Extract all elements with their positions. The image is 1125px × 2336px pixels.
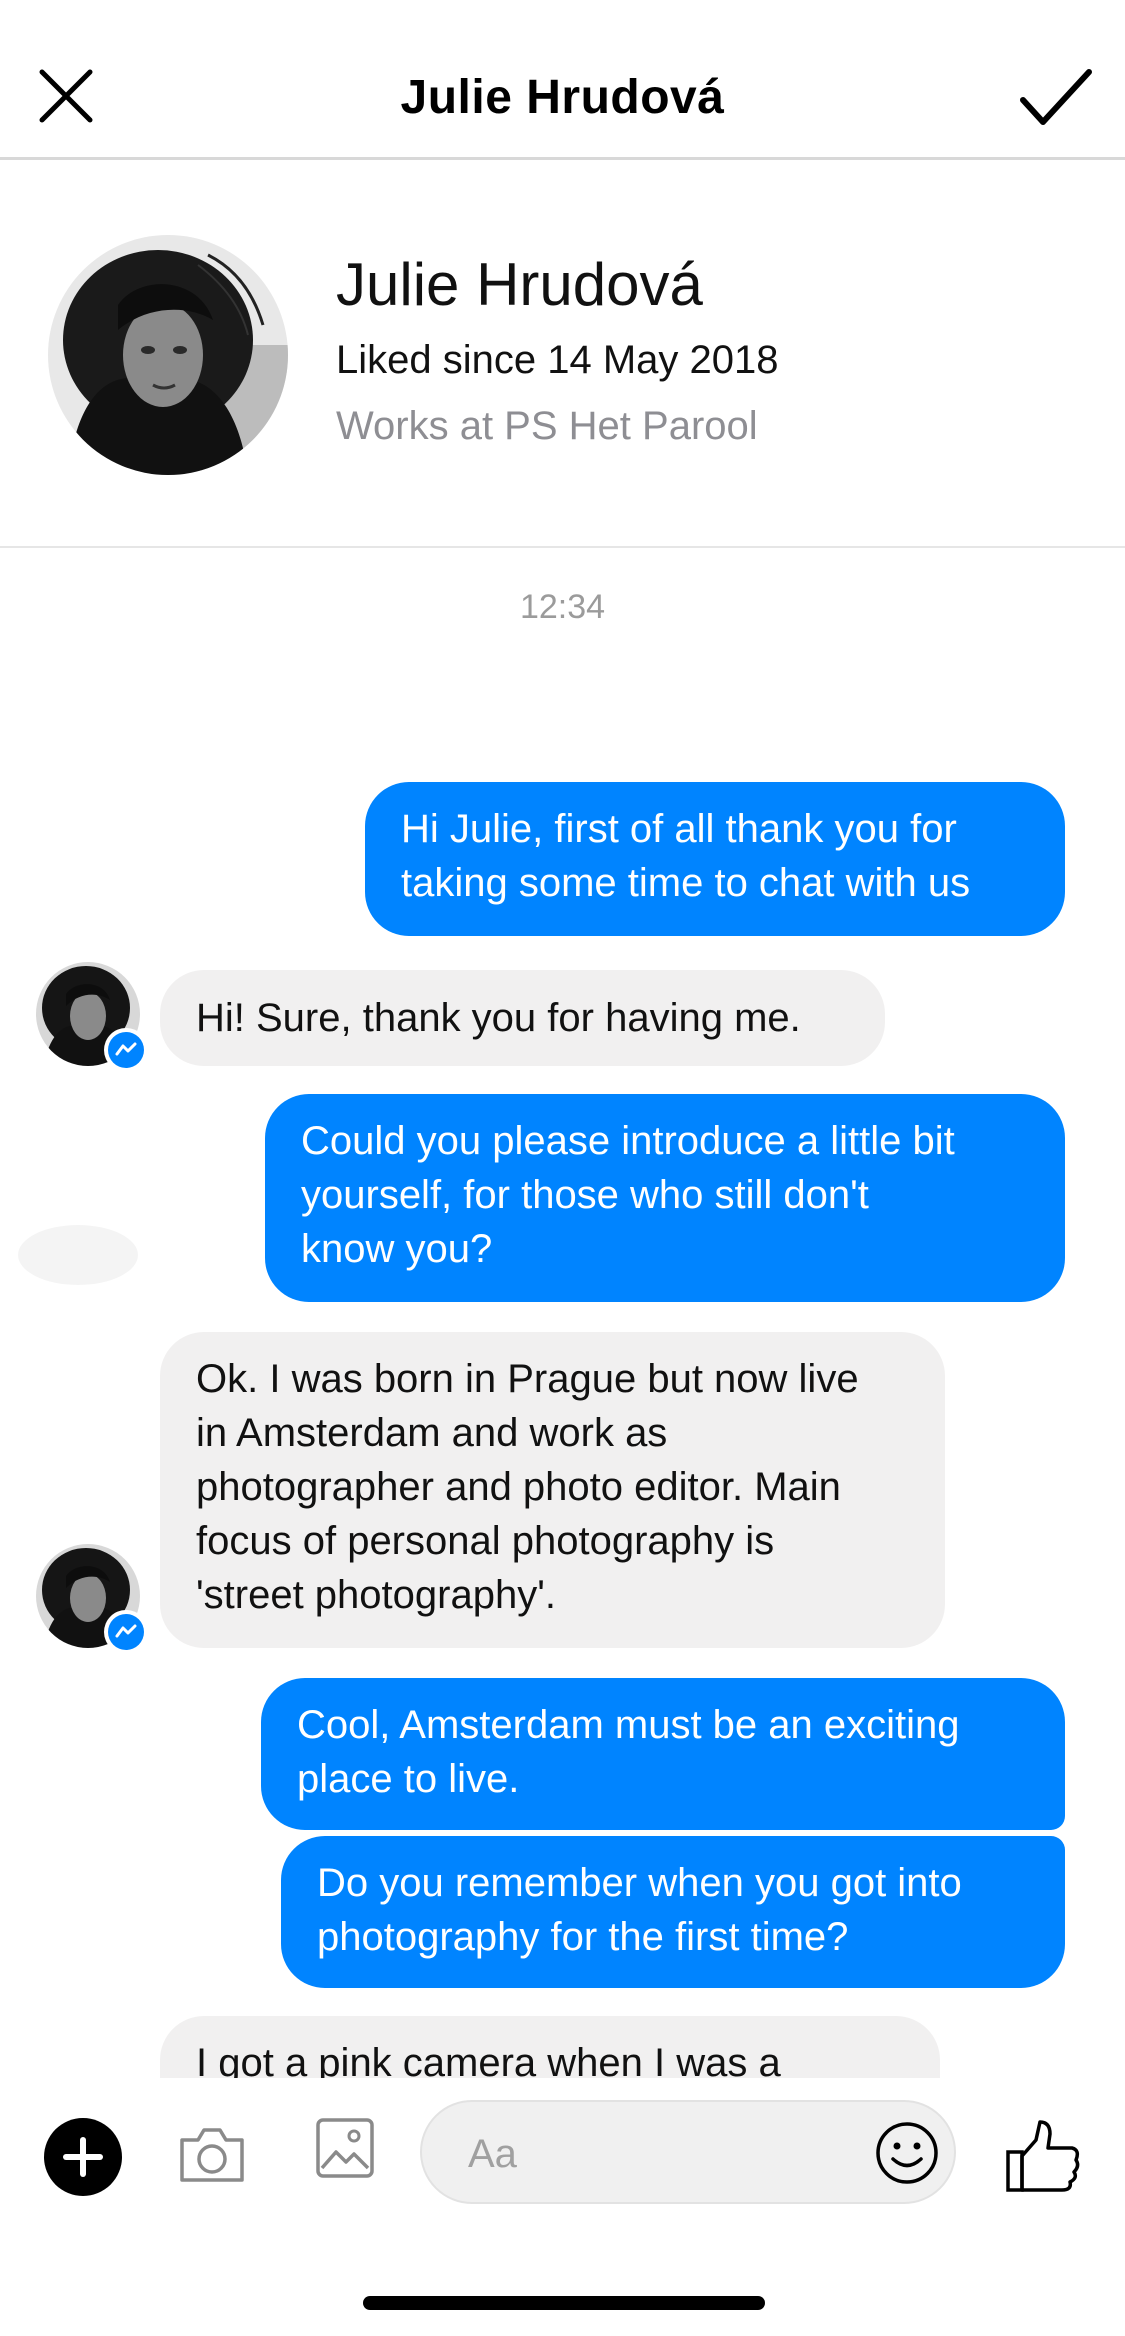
- image-icon: [316, 2118, 374, 2178]
- profile-card: Julie Hrudová Liked since 14 May 2018 Wo…: [0, 160, 1125, 548]
- composer-bar: Aa: [0, 2078, 1125, 2238]
- home-indicator[interactable]: [363, 2296, 765, 2310]
- incoming-message[interactable]: Hi! Sure, thank you for having me.: [160, 970, 885, 1066]
- message-input-placeholder: Aa: [468, 2132, 517, 2176]
- header-bar: Julie Hrudová: [0, 0, 1125, 160]
- add-button[interactable]: [44, 2118, 122, 2196]
- message-list[interactable]: Hi Julie, first of all thank you for tak…: [0, 560, 1125, 2078]
- outgoing-message[interactable]: Could you please introduce a little bit …: [265, 1094, 1065, 1302]
- sender-avatar[interactable]: [36, 1544, 148, 1654]
- incoming-message[interactable]: I got a pink camera when I was a: [160, 2016, 940, 2078]
- messenger-icon: [104, 1610, 148, 1654]
- outgoing-message[interactable]: Hi Julie, first of all thank you for tak…: [365, 782, 1065, 936]
- messenger-icon: [104, 1028, 148, 1072]
- smiley-icon: [876, 2122, 938, 2184]
- incoming-message[interactable]: Ok. I was born in Prague but now live in…: [160, 1332, 945, 1648]
- gallery-button[interactable]: [314, 2114, 376, 2182]
- works-at-text: Works at PS Het Parool: [336, 404, 758, 448]
- profile-avatar[interactable]: [48, 235, 288, 475]
- emoji-button[interactable]: [874, 2120, 940, 2186]
- liked-since-text: Liked since 14 May 2018: [336, 338, 779, 382]
- sender-avatar[interactable]: [36, 962, 148, 1072]
- plus-icon: [63, 2137, 103, 2177]
- outgoing-message[interactable]: Do you remember when you got into photog…: [281, 1836, 1065, 1988]
- page-title: Julie Hrudová: [400, 71, 725, 124]
- profile-name: Julie Hrudová: [336, 251, 703, 318]
- avatar-photo: [48, 235, 288, 475]
- like-button[interactable]: [1004, 2116, 1084, 2196]
- thumbs-up-icon: [1006, 2120, 1080, 2192]
- outgoing-message[interactable]: Cool, Amsterdam must be an exciting plac…: [261, 1678, 1065, 1830]
- camera-button[interactable]: [176, 2118, 248, 2190]
- camera-icon: [180, 2128, 244, 2182]
- confirm-button[interactable]: [1015, 62, 1095, 132]
- message-input[interactable]: Aa: [420, 2100, 956, 2204]
- checkmark-icon: [1020, 69, 1092, 125]
